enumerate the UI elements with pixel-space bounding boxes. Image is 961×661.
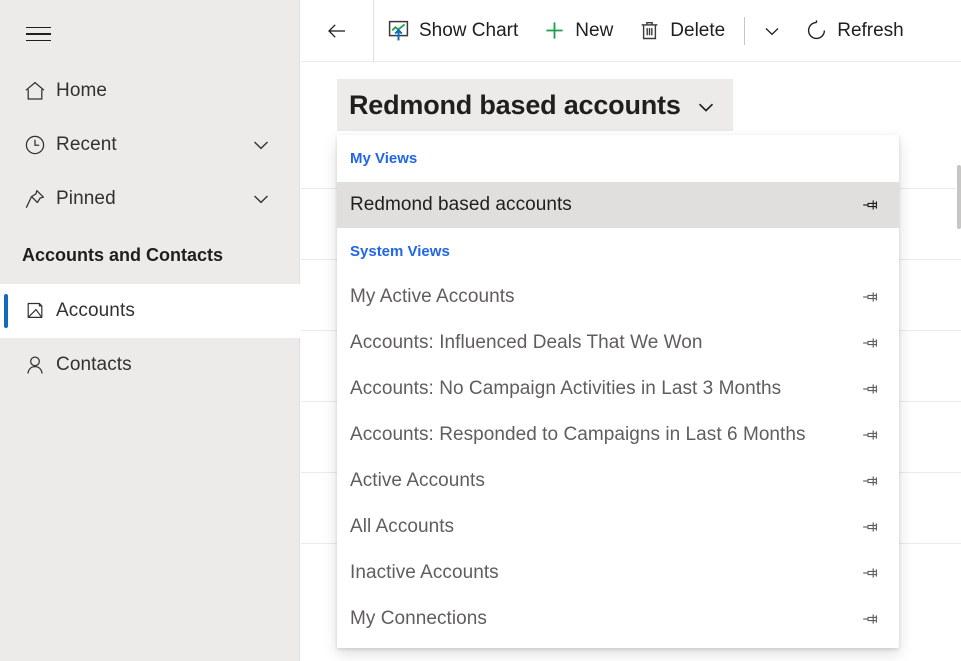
flyout-item-redmond-based-accounts[interactable]: Redmond based accounts (337, 182, 899, 228)
view-selector-flyout: My Views Redmond based accounts System V… (337, 135, 899, 648)
overflow-chevron-down-icon[interactable] (752, 0, 792, 62)
pin-icon[interactable] (859, 378, 881, 400)
hamburger-menu-icon[interactable] (20, 16, 56, 52)
flyout-item-label: My Connections (350, 608, 487, 629)
sidebar-item-contacts[interactable]: Contacts (0, 338, 300, 392)
sidebar: Home Recent Pinned Accounts and Contacts… (0, 0, 300, 661)
chevron-down-icon (693, 91, 719, 120)
home-icon (22, 78, 56, 104)
sidebar-item-accounts[interactable]: Accounts (0, 284, 300, 338)
flyout-item-label: My Active Accounts (350, 286, 515, 307)
flyout-item-influenced-deals-that-we-won[interactable]: Accounts: Influenced Deals That We Won (337, 320, 899, 366)
flyout-item-my-connections[interactable]: My Connections (337, 596, 899, 642)
sidebar-item-label: Pinned (56, 188, 116, 209)
sidebar-item-label: Contacts (56, 354, 132, 375)
command-bar-divider (744, 16, 746, 45)
sidebar-item-label: Accounts (56, 300, 135, 321)
refresh-icon (804, 19, 828, 43)
flyout-item-my-active-accounts[interactable]: My Active Accounts (337, 274, 899, 320)
flyout-item-responded-to-campaigns-last-6-months[interactable]: Accounts: Responded to Campaigns in Last… (337, 412, 899, 458)
content-area: Show Chart New Delete Refresh Redmond ba… (301, 0, 961, 661)
new-label: New (575, 19, 614, 41)
hamburger-bar (25, 26, 51, 29)
flyout-item-no-campaign-activities-last-3-months[interactable]: Accounts: No Campaign Activities in Last… (337, 366, 899, 412)
pin-icon[interactable] (859, 562, 881, 584)
flyout-item-label: Accounts: Influenced Deals That We Won (350, 332, 703, 353)
show-chart-label: Show Chart (419, 19, 519, 41)
sidebar-nav-list: Home Recent Pinned Accounts and Contacts… (0, 64, 300, 392)
app-root: Home Recent Pinned Accounts and Contacts… (0, 0, 961, 661)
pin-icon[interactable] (859, 194, 881, 216)
sidebar-item-pinned[interactable]: Pinned (0, 172, 300, 226)
pin-icon[interactable] (859, 286, 881, 308)
hamburger-bar (25, 39, 51, 42)
flyout-item-label: Accounts: No Campaign Activities in Last… (350, 378, 782, 399)
flyout-section-header-my-views: My Views (350, 150, 418, 167)
grid-vertical-scrollbar[interactable] (957, 165, 961, 229)
pin-icon (22, 186, 56, 212)
refresh-button[interactable]: Refresh (792, 0, 916, 62)
trash-icon (637, 19, 661, 43)
flyout-item-all-accounts[interactable]: All Accounts (337, 504, 899, 550)
flyout-item-label: Active Accounts (350, 470, 485, 491)
accounts-icon (22, 298, 56, 324)
flyout-item-label: Redmond based accounts (350, 194, 572, 215)
sidebar-group-title: Accounts and Contacts (22, 244, 224, 265)
sidebar-item-label: Recent (56, 134, 117, 155)
new-button[interactable]: New (530, 0, 625, 62)
pin-icon[interactable] (859, 332, 881, 354)
sidebar-item-home[interactable]: Home (0, 64, 300, 118)
flyout-item-label: All Accounts (350, 516, 455, 537)
view-selector-button[interactable]: Redmond based accounts (337, 79, 733, 131)
chevron-down-icon[interactable] (248, 132, 274, 158)
view-selector-title: Redmond based accounts (349, 89, 681, 120)
plus-icon (542, 19, 566, 43)
refresh-label: Refresh (837, 19, 904, 41)
clock-icon (22, 132, 56, 158)
flyout-section-header-system-views: System Views (350, 242, 450, 260)
flyout-item-active-accounts[interactable]: Active Accounts (337, 458, 899, 504)
contact-person-icon (22, 352, 56, 378)
show-chart-button[interactable]: Show Chart (374, 0, 530, 62)
pin-icon[interactable] (859, 608, 881, 630)
delete-label: Delete (670, 19, 726, 41)
command-bar: Show Chart New Delete Refresh (301, 0, 961, 62)
pin-icon[interactable] (859, 516, 881, 538)
hamburger-bar (25, 33, 51, 35)
sidebar-item-recent[interactable]: Recent (0, 118, 300, 172)
pin-icon[interactable] (859, 424, 881, 446)
flyout-item-label: Accounts: Responded to Campaigns in Last… (350, 424, 806, 445)
delete-button[interactable]: Delete (625, 0, 737, 62)
show-chart-icon (386, 19, 410, 43)
sidebar-item-label: Home (56, 80, 108, 101)
chevron-down-icon[interactable] (248, 186, 274, 212)
back-arrow-icon[interactable] (301, 0, 374, 62)
pin-icon[interactable] (859, 470, 881, 492)
flyout-item-inactive-accounts[interactable]: Inactive Accounts (337, 550, 899, 596)
flyout-item-label: Inactive Accounts (350, 562, 499, 583)
